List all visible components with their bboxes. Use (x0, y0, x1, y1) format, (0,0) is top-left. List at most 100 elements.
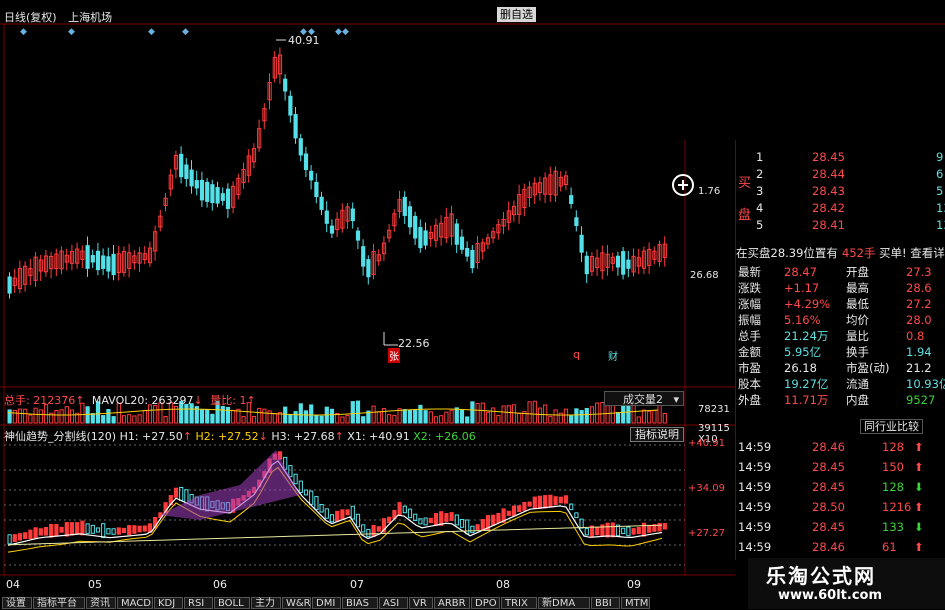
indicator-tab[interactable]: 资讯 (86, 597, 116, 609)
indicator-candle (449, 512, 454, 521)
stat-value: 21.24万 (784, 329, 829, 343)
indicator-candle (491, 514, 496, 526)
candle-body (106, 256, 111, 272)
bid-row[interactable]: 4 28.42 13 (736, 201, 945, 215)
indicator-candle (470, 525, 475, 534)
volume-bar (340, 416, 345, 424)
volume-bar (350, 401, 355, 424)
stat-value-2: 27.2 (906, 297, 932, 311)
indicator-candle (335, 510, 340, 522)
tick-volume: 128 (882, 480, 904, 494)
period-label[interactable]: 日线(复权) (4, 11, 57, 24)
remove-self-select-button[interactable]: 删自选 (497, 7, 536, 22)
bid-row[interactable]: 2 28.44 6 (736, 167, 945, 181)
bid-price: 28.44 (812, 167, 845, 181)
price-axis-upper: 1.76 (698, 186, 721, 197)
crosshair-plus-icon[interactable] (672, 174, 694, 196)
indicator-h1: H1: +27.50 (119, 430, 183, 443)
indicator-tab[interactable]: MTM (621, 597, 650, 609)
tick-price: 28.45 (812, 480, 845, 494)
indicator-candle (184, 489, 189, 504)
indicator-tab[interactable]: VR (409, 597, 433, 609)
indicator-tab[interactable]: 设置 (2, 597, 32, 609)
peer-compare-button[interactable]: 同行业比较 (860, 419, 923, 434)
event-q-badge[interactable]: q (573, 348, 580, 361)
candle-body (205, 181, 210, 202)
watermark-title: 乐淘公式网 (766, 564, 876, 588)
bid-level: 2 (756, 167, 764, 181)
volume-bar (621, 403, 626, 424)
diamond-icon: ◆ (68, 27, 75, 37)
indicator-candle (314, 496, 319, 510)
indicator-candle (127, 525, 132, 535)
indicator-candle (444, 513, 449, 522)
indicator-tab[interactable]: BOLL (214, 597, 250, 609)
stat-value: +4.29% (784, 297, 831, 311)
event-cai-badge[interactable]: 财 (608, 348, 618, 363)
volume-bar (376, 411, 381, 424)
volume-bar (106, 408, 111, 424)
volume-bar (387, 414, 392, 424)
volume-bar (210, 413, 215, 424)
tick-row: 14:59 28.46 61 ⬆ (736, 540, 945, 554)
stat-value-2: 28.6 (906, 281, 932, 295)
indicator-tab[interactable]: TRIX (501, 597, 537, 609)
volume-bar (413, 409, 418, 424)
indicator-candle (517, 505, 522, 513)
indicator-tab[interactable]: 指标平台 (33, 597, 85, 609)
stat-value: +1.17 (784, 281, 820, 295)
order-book-alert[interactable]: 在买盘28.39位置有 452手 买单! 查看详细 (736, 246, 945, 260)
indicator-tab[interactable]: 新DMA (538, 597, 590, 609)
stat-value-2: 1.94 (906, 345, 932, 359)
volume-bar (69, 409, 75, 424)
candle-body (459, 236, 465, 250)
stat-label-2: 均价 (846, 313, 869, 327)
indicator-tab[interactable]: DMI (312, 597, 341, 609)
event-zhang-badge[interactable]: 张 (388, 348, 400, 363)
indicator-tab[interactable]: 主力 (251, 597, 281, 609)
candle-body (366, 259, 371, 278)
indicator-candle (563, 495, 569, 504)
indicator-help-button[interactable]: 指标说明 (630, 427, 684, 442)
indicator-tab[interactable]: BIAS (342, 597, 378, 609)
volume-indicator-select[interactable]: 成交量2 ▾ (604, 391, 684, 406)
bid-row[interactable]: 5 28.41 13 (736, 218, 945, 232)
volume-bar (491, 407, 496, 424)
order-book-action[interactable]: 买单! 查看详细 (879, 246, 945, 260)
indicator-tab[interactable]: RSI (184, 597, 213, 609)
candle-body (95, 250, 101, 271)
candle-body (7, 276, 12, 294)
indicator-tab[interactable]: BBI (591, 597, 620, 609)
stat-label-2: 流通 (846, 377, 869, 391)
volume-bar (361, 416, 366, 424)
indicator-tab[interactable]: KDJ (154, 597, 183, 609)
volume-bar (329, 408, 335, 424)
tick-volume: 128 (882, 440, 904, 454)
indicator-tab[interactable]: ARBR (434, 597, 470, 609)
bid-row[interactable]: 1 28.45 9 (736, 150, 945, 164)
indicator-candle (361, 524, 366, 533)
bid-level: 3 (756, 184, 764, 198)
stat-label-2: 换手 (846, 345, 869, 359)
indicator-tab[interactable]: ASI (379, 597, 408, 609)
volume-bar (454, 407, 459, 424)
volume-bar (345, 414, 350, 424)
indicator-tab[interactable]: W&R (282, 597, 311, 609)
indicator-candle (423, 517, 428, 526)
indicator-candle (480, 519, 485, 531)
volume-bar (511, 404, 517, 424)
volume-bar (38, 409, 43, 424)
volume-bar (662, 413, 667, 424)
indicator-name[interactable]: 神仙趋势_分割线(120) (4, 430, 116, 443)
volume-bar (652, 410, 657, 424)
candle-body (574, 217, 579, 227)
month-label: 05 (88, 578, 102, 591)
indicator-candle (319, 504, 324, 513)
volume-bar (574, 408, 579, 424)
indicator-tab[interactable]: DPO (471, 597, 500, 609)
volume-bar (303, 410, 309, 424)
indicator-tab[interactable]: MACD (117, 597, 153, 609)
volume-bar (615, 412, 621, 424)
indicator-candle (584, 527, 589, 536)
bid-row[interactable]: 3 28.43 5 (736, 184, 945, 198)
